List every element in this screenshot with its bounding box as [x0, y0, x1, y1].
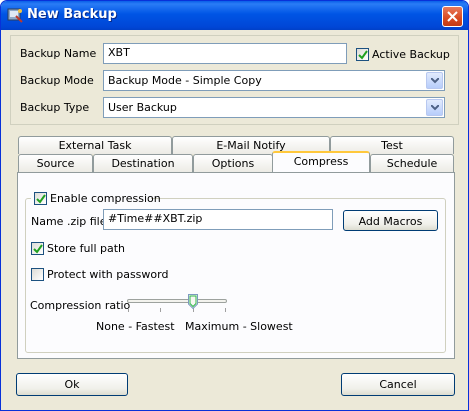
- backup-mode-dropdown-button[interactable]: [426, 72, 443, 89]
- ok-label: Ok: [64, 378, 80, 391]
- protect-password-label: Protect with password: [47, 268, 169, 281]
- tab-source[interactable]: Source: [18, 154, 93, 172]
- title-bar[interactable]: New Backup: [1, 1, 468, 30]
- backup-type-value: User Backup: [108, 101, 177, 114]
- checkmark-icon: [358, 50, 368, 60]
- tab-compress[interactable]: Compress: [272, 151, 370, 172]
- cancel-button[interactable]: Cancel: [341, 373, 455, 396]
- protect-password-checkbox[interactable]: [31, 268, 44, 281]
- zip-name-label: Name .zip file: [31, 215, 107, 228]
- backup-app-icon: [7, 8, 23, 23]
- tab-label: Schedule: [386, 157, 438, 170]
- checkmark-icon: [36, 194, 46, 204]
- tab-label: Source: [36, 157, 75, 170]
- enable-compression-label: Enable compression: [50, 192, 161, 205]
- backup-type-select[interactable]: User Backup: [103, 97, 445, 118]
- slider-track: [127, 299, 227, 303]
- backup-name-label: Backup Name: [20, 47, 97, 60]
- active-backup-checkbox[interactable]: [356, 48, 369, 61]
- backup-mode-select[interactable]: Backup Mode - Simple Copy: [103, 70, 445, 91]
- add-macros-label: Add Macros: [358, 215, 423, 228]
- compression-ratio-slider[interactable]: [127, 294, 227, 314]
- checkmark-icon: [33, 244, 43, 254]
- tab-label: Compress: [293, 155, 349, 168]
- close-icon: [447, 11, 458, 22]
- tab-label: Test: [381, 139, 403, 152]
- slider-thumb[interactable]: [187, 294, 198, 309]
- slider-tick: [128, 308, 129, 312]
- backup-name-input[interactable]: XBT: [103, 43, 347, 64]
- active-backup-label: Active Backup: [372, 48, 450, 61]
- backup-type-label: Backup Type: [20, 101, 90, 114]
- tab-label: Destination: [111, 157, 175, 170]
- tab-label: External Task: [58, 139, 132, 152]
- chevron-down-icon: [431, 78, 439, 84]
- tab-destination[interactable]: Destination: [93, 154, 193, 172]
- tab-options[interactable]: Options: [193, 154, 273, 172]
- store-full-path-label: Store full path: [47, 242, 126, 255]
- chevron-down-icon: [431, 105, 439, 111]
- slider-tick: [225, 308, 226, 312]
- enable-compression-checkbox[interactable]: [34, 192, 47, 205]
- ok-button[interactable]: Ok: [16, 373, 128, 396]
- store-full-path-checkbox[interactable]: [31, 242, 44, 255]
- backup-type-dropdown-button[interactable]: [426, 99, 443, 116]
- close-button[interactable]: [442, 6, 463, 27]
- slider-tick: [160, 308, 161, 312]
- new-backup-dialog: New Backup Backup Name XBT Active Backup…: [0, 0, 469, 411]
- backup-mode-value: Backup Mode - Simple Copy: [108, 74, 262, 87]
- backup-mode-label: Backup Mode: [20, 74, 94, 87]
- tab-external-task[interactable]: External Task: [18, 136, 172, 154]
- ratio-min-label: None - Fastest: [96, 320, 175, 333]
- zip-name-input[interactable]: #Time##XBT.zip: [103, 209, 333, 230]
- compression-ratio-label: Compression ratio: [30, 299, 131, 312]
- window-title: New Backup: [27, 7, 117, 22]
- ratio-max-label: Maximum - Slowest: [185, 320, 293, 333]
- add-macros-button[interactable]: Add Macros: [343, 210, 438, 231]
- cancel-label: Cancel: [379, 378, 417, 391]
- tab-schedule[interactable]: Schedule: [370, 154, 454, 172]
- tab-label: Options: [211, 157, 255, 170]
